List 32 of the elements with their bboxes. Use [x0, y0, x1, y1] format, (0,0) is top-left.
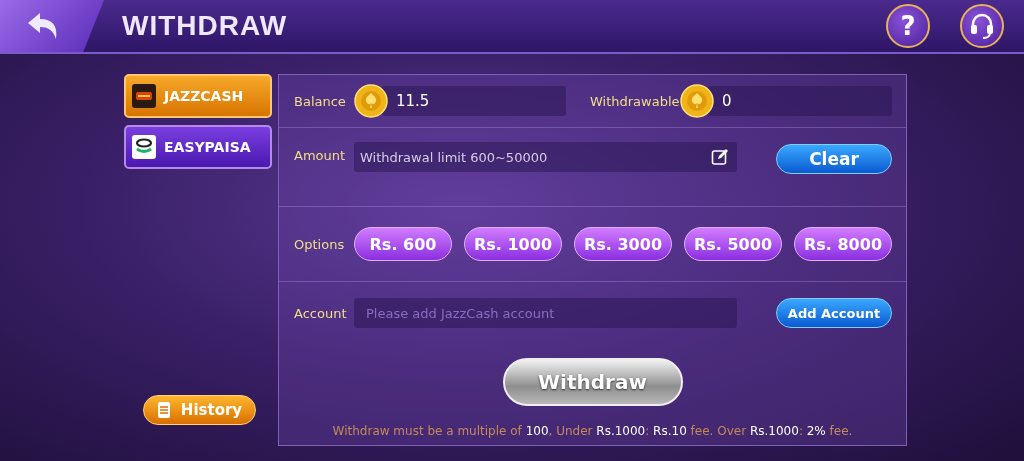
easypaisa-logo-icon	[132, 135, 156, 159]
withdrawable-label: Withdrawable	[590, 93, 680, 109]
page-title: WITHDRAW	[122, 10, 288, 42]
help-button[interactable]: ?	[886, 4, 930, 48]
options-label: Options	[294, 236, 346, 252]
withdrawable-value: 0	[722, 92, 732, 110]
fee-note: Withdraw must be a multiple of 100, Under Rs.1000: Rs.10 fee. Over Rs.1000: 2% fee.	[332, 424, 853, 438]
amount-option-button[interactable]: Rs. 3000	[574, 227, 672, 261]
withdraw-button[interactable]: Withdraw	[502, 358, 683, 406]
amount-option-button[interactable]: Rs. 5000	[684, 227, 782, 261]
amount-option-button[interactable]: Rs. 8000	[794, 227, 892, 261]
jazzcash-logo-icon	[132, 84, 156, 108]
balance-value: 11.5	[396, 92, 430, 110]
account-label: Account	[294, 305, 348, 321]
edit-icon	[711, 148, 729, 166]
amount-option-button[interactable]: Rs. 1000	[464, 227, 562, 261]
amount-option-button[interactable]: Rs. 600	[354, 227, 452, 261]
coin-icon	[354, 84, 388, 118]
balance-label: Balance	[294, 93, 347, 109]
account-field[interactable]: Please add JazzCash account	[354, 298, 737, 328]
coin-icon	[680, 84, 714, 118]
clear-button[interactable]: Clear	[776, 144, 892, 174]
payment-method-tab[interactable]: EASYPAISA	[124, 125, 272, 169]
document-icon	[156, 401, 171, 419]
add-account-button[interactable]: Add Account	[776, 298, 892, 328]
amount-label: Amount	[294, 147, 347, 163]
payment-method-tab[interactable]: JAZZCASH	[124, 74, 272, 118]
amount-field[interactable]: Withdrawal limit 600~50000	[354, 142, 737, 172]
headset-icon	[969, 12, 995, 40]
history-button[interactable]: History	[143, 395, 256, 425]
back-button[interactable]	[0, 0, 104, 52]
support-button[interactable]	[960, 4, 1004, 48]
